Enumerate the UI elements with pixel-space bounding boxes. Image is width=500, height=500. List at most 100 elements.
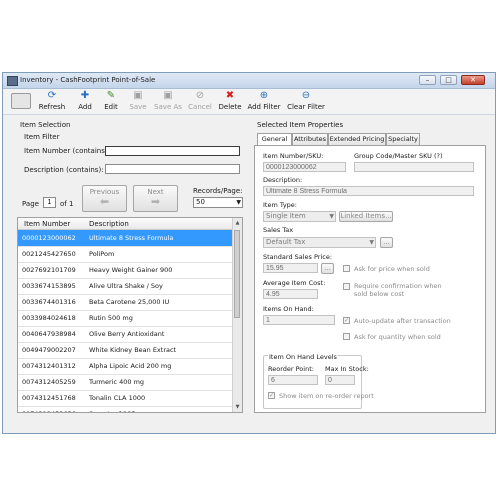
description-cell: Olive Berry Antioxidant	[89, 330, 165, 338]
description-cell: Tonalin CLA 1000	[89, 394, 146, 402]
scroll-down-icon[interactable]: ▼	[233, 402, 242, 412]
description-cell: Alive Ultra Shake / Soy	[89, 282, 163, 290]
keyboard-icon[interactable]	[11, 93, 31, 109]
sku-field[interactable]	[263, 162, 346, 172]
tab-specialty[interactable]: Specialty	[386, 133, 420, 145]
on-hand-field[interactable]	[263, 315, 335, 325]
previous-page-button[interactable]: Previous ⬅	[82, 185, 127, 212]
table-row[interactable]: 0074312453656 Sage Leaf 285 mg	[18, 406, 232, 412]
max-in-stock-label: Max In Stock:	[325, 365, 369, 373]
grid-scrollbar[interactable]: ▲ ▼	[232, 218, 242, 412]
window-title: Inventory - CashFootprint Point-of-Sale	[20, 76, 156, 84]
item-number-cell: 0074312451768	[22, 394, 76, 402]
add-filter-button[interactable]: ⊕ Add Filter	[245, 90, 283, 111]
floppy-icon: ▣	[163, 90, 173, 101]
show-reorder-label: Show item on re-order report	[279, 392, 374, 400]
on-hand-label: Items On Hand:	[263, 305, 314, 313]
item-number-cell: 0033674401316	[22, 298, 76, 306]
item-number-cell: 0074312453656	[22, 410, 76, 412]
auto-update-checkbox[interactable]: ✓	[343, 317, 350, 324]
column-header-description[interactable]: Description	[89, 220, 129, 228]
sales-tax-more-button[interactable]: ...	[380, 237, 393, 248]
app-icon	[7, 76, 18, 86]
delete-icon: ✖	[225, 90, 235, 101]
close-button[interactable]: ✕	[461, 75, 485, 85]
clear-filter-button[interactable]: ⊖ Clear Filter	[285, 90, 327, 111]
item-number-cell: 0000123000062	[22, 234, 76, 242]
scroll-thumb[interactable]	[234, 230, 240, 318]
item-type-label: Item Type:	[263, 201, 297, 209]
table-row[interactable]: 0074312451768 Tonalin CLA 1000	[18, 390, 232, 407]
refresh-button[interactable]: ⟳ Refresh	[37, 90, 67, 111]
records-per-page-label: Records/Page:	[193, 187, 243, 195]
reorder-point-field[interactable]	[268, 375, 318, 385]
item-number-cell: 0033674153895	[22, 282, 76, 290]
edit-button[interactable]: ✎ Edit	[100, 90, 122, 111]
item-selection-title: Item Selection	[20, 121, 71, 129]
table-row[interactable]: 0033984024618 Rutin 500 mg	[18, 310, 232, 327]
column-header-item-number[interactable]: Item Number	[24, 220, 70, 228]
tab-extended-pricing[interactable]: Extended Pricing	[328, 133, 386, 145]
arrow-left-icon: ⬅	[99, 195, 110, 208]
items-grid: Item Number Description 0000123000062 Ult…	[17, 217, 243, 413]
cancel-icon: ⊘	[195, 90, 205, 101]
zoom-in-icon: ⊕	[259, 90, 269, 101]
item-filter-title: Item Filter	[24, 133, 60, 141]
next-page-button[interactable]: Next ➡	[133, 185, 178, 212]
description-cell: Turmeric 400 mg	[89, 378, 145, 386]
price-label: Standard Sales Price:	[263, 253, 333, 261]
ask-price-label: Ask for price when sold	[354, 265, 430, 273]
table-row[interactable]: 0074312405259 Turmeric 400 mg	[18, 374, 232, 391]
description-cell: Rutin 500 mg	[89, 314, 133, 322]
delete-button[interactable]: ✖ Delete	[217, 90, 243, 111]
item-number-cell: 0074312405259	[22, 378, 76, 386]
item-type-select[interactable]: Single Item ▼	[263, 211, 336, 222]
records-per-page-select[interactable]: 50 ▼	[193, 197, 243, 208]
table-row[interactable]: 0033674401316 Beta Carotene 25,000 IU	[18, 294, 232, 311]
sales-tax-select[interactable]: Default Tax ▼	[263, 237, 376, 248]
group-code-field[interactable]	[354, 162, 474, 172]
chevron-down-icon: ▼	[236, 199, 241, 206]
scroll-up-icon[interactable]: ▲	[233, 218, 242, 228]
show-reorder-checkbox[interactable]: ✓	[268, 392, 275, 399]
save-button[interactable]: ▣ Save	[127, 90, 149, 111]
title-bar: Inventory - CashFootprint Point-of-Sale …	[3, 73, 495, 89]
ask-price-checkbox[interactable]	[343, 265, 350, 272]
table-row[interactable]: 0049479002207 White Kidney Bean Extract	[18, 342, 232, 359]
description-cell: Sage Leaf 285 mg	[89, 410, 148, 412]
maximize-button[interactable]: □	[440, 75, 457, 85]
minimize-button[interactable]: –	[419, 75, 436, 85]
grid-header: Item Number Description	[18, 218, 234, 230]
max-in-stock-field[interactable]	[325, 375, 355, 385]
description-cell: Beta Carotene 25,000 IU	[89, 298, 170, 306]
description-cell: Alpha Lipoic Acid 200 mg	[89, 362, 172, 370]
cancel-button[interactable]: ⊘ Cancel	[186, 90, 214, 111]
table-row[interactable]: 0000123000062 Ultimate 8 Stress Formula	[18, 230, 232, 247]
table-row[interactable]: 0040647938984 Olive Berry Antioxidant	[18, 326, 232, 343]
sku-label: Item Number/SKU:	[263, 152, 324, 160]
table-row[interactable]: 0027692101709 Heavy Weight Gainer 900	[18, 262, 232, 279]
table-row[interactable]: 0074312401312 Alpha Lipoic Acid 200 mg	[18, 358, 232, 375]
description-field[interactable]	[263, 186, 474, 196]
arrow-right-icon: ➡	[150, 195, 161, 208]
price-more-button[interactable]: ...	[321, 263, 334, 274]
save-as-button[interactable]: ▣ Save As	[153, 90, 183, 111]
description-cell: Ultimate 8 Stress Formula	[89, 234, 174, 242]
price-field[interactable]	[263, 263, 318, 273]
item-number-cell: 0040647938984	[22, 330, 76, 338]
table-row[interactable]: 0021245427650 PoliPom	[18, 246, 232, 263]
require-confirmation-checkbox[interactable]	[343, 283, 350, 290]
description-filter-input[interactable]	[105, 164, 240, 174]
item-number-cell: 0074312401312	[22, 362, 76, 370]
page-number-input[interactable]	[43, 197, 56, 208]
ask-quantity-checkbox[interactable]	[343, 333, 350, 340]
chevron-down-icon: ▼	[329, 213, 334, 220]
add-button[interactable]: ✚ Add	[74, 90, 96, 111]
item-number-filter-input[interactable]	[105, 146, 240, 156]
tab-attributes[interactable]: Attributes	[292, 133, 328, 145]
item-number-cell: 0027692101709	[22, 266, 76, 274]
linked-items-button[interactable]: Linked Items...	[339, 211, 393, 222]
description-cell: PoliPom	[89, 250, 115, 258]
table-row[interactable]: 0033674153895 Alive Ultra Shake / Soy	[18, 278, 232, 295]
avg-cost-field[interactable]	[263, 289, 318, 299]
